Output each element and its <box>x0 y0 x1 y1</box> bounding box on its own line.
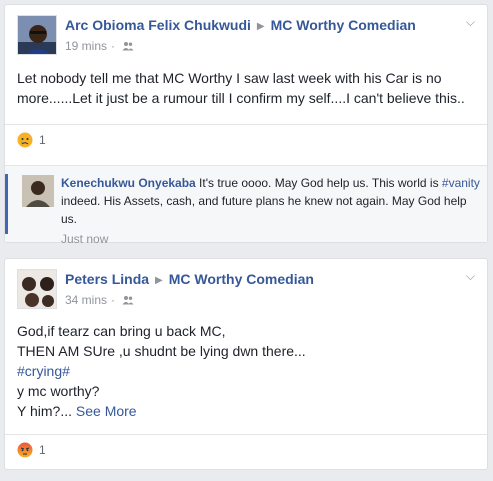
page-name[interactable]: MC Worthy Comedian <box>271 17 416 33</box>
post-timestamp[interactable]: 34 mins <box>65 293 107 307</box>
sad-emoji-icon <box>17 132 33 148</box>
post-header: Peters Linda ▶ MC Worthy Comedian 34 mins ·… <box>5 259 487 319</box>
comment-text: It's true oooo. May God help us. This wo… <box>195 176 442 190</box>
post-card: Arc Obioma Felix Chukwudi ▶ MC Worthy Come… <box>4 4 488 246</box>
commenter-avatar[interactable] <box>22 175 54 207</box>
chevron-down-icon[interactable]: ⌵ <box>466 15 475 30</box>
comment-body: Kenechukwu Onyekaba It's true oooo. May … <box>61 174 481 248</box>
separator-dot: · <box>111 293 116 307</box>
reaction-summary[interactable]: 1 <box>5 124 487 155</box>
triangle-right-icon: ▶ <box>155 275 163 286</box>
triangle-right-icon: ▶ <box>256 21 265 32</box>
post-line: God,if tearz can bring u back MC, <box>17 323 226 339</box>
hashtag-link[interactable]: #vanity <box>442 176 480 190</box>
see-more-link[interactable]: See More <box>76 403 137 419</box>
post-line: Let nobody tell me that MC Worthy I saw … <box>17 70 442 86</box>
post-line: THEN AM SUre ,u shudnt be lying dwn ther… <box>17 343 306 359</box>
commenter-name[interactable]: Kenechukwu Onyekaba <box>61 176 196 190</box>
comment-text-cont: indeed. His Assets, cash, and future pla… <box>61 194 467 226</box>
avatar[interactable] <box>17 15 57 55</box>
post-line: y mc worthy? <box>17 383 100 399</box>
author-name[interactable]: Peters Linda <box>65 271 149 287</box>
hashtag-link[interactable]: #crying# <box>17 361 475 381</box>
post-card: Peters Linda ▶ MC Worthy Comedian 34 mins ·… <box>4 258 488 470</box>
post-line: more......Let it just be a rumour till I… <box>17 90 465 106</box>
reaction-count[interactable]: 1 <box>39 443 46 457</box>
post-timestamp[interactable]: 19 mins <box>65 39 107 53</box>
author-name[interactable]: Arc Obioma Felix Chukwudi <box>65 17 251 33</box>
comment-timestamp[interactable]: Just now <box>61 230 481 248</box>
page-name[interactable]: MC Worthy Comedian <box>169 271 314 287</box>
post-message: God,if tearz can bring u back MC, THEN A… <box>5 321 487 421</box>
friends-audience-icon[interactable] <box>119 39 134 53</box>
avatar[interactable] <box>17 269 57 309</box>
post-line: Y him?... <box>17 403 72 419</box>
friends-audience-icon[interactable] <box>119 293 134 307</box>
angry-emoji-icon <box>17 442 33 458</box>
post-header: Arc Obioma Felix Chukwudi ▶ MC Worthy Come… <box>5 5 487 65</box>
reaction-summary[interactable]: 1 <box>5 434 487 465</box>
comment-accent-bar <box>5 174 8 234</box>
comment-section: Kenechukwu Onyekaba It's true oooo. May … <box>5 165 487 246</box>
separator-dot: · <box>111 39 116 53</box>
chevron-down-icon[interactable]: ⌵ <box>466 269 475 284</box>
reaction-count[interactable]: 1 <box>39 133 46 147</box>
post-message: Let nobody tell me that MC Worthy I saw … <box>5 68 487 108</box>
